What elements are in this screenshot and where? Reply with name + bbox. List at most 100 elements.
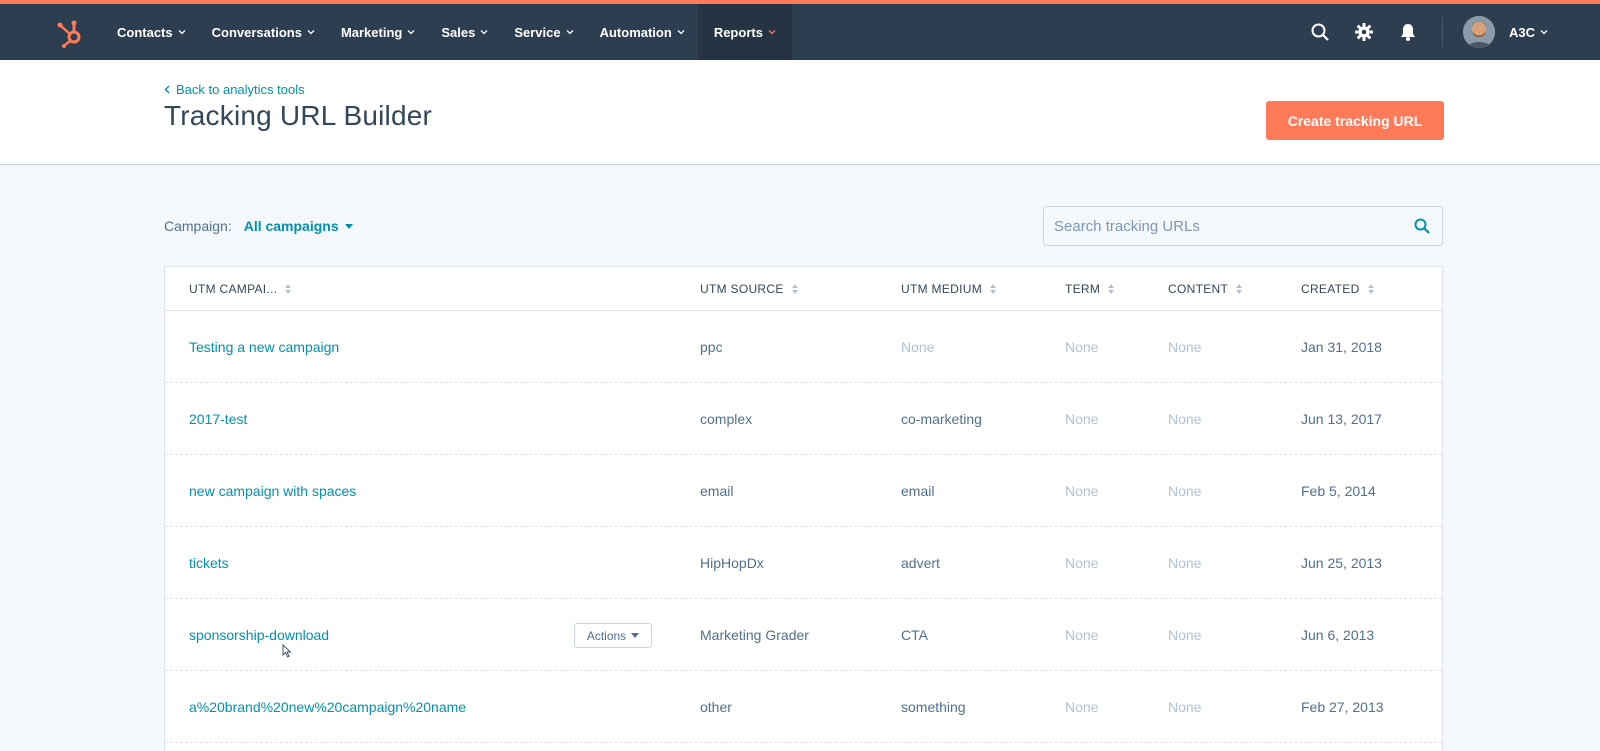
term-cell: None xyxy=(1065,555,1099,571)
column-utm-source[interactable]: UTM SOURCE xyxy=(700,267,798,311)
nav-label: Marketing xyxy=(340,24,403,40)
tracking-urls-table: UTM CAMPAI... UTM SOURCE UTM MEDIUM TERM… xyxy=(164,266,1443,751)
campaign-label: Campaign: xyxy=(164,218,232,234)
caret-down-icon xyxy=(344,223,353,229)
page-header: Back to analytics tools Tracking URL Bui… xyxy=(0,60,1600,165)
nav-label: Conversations xyxy=(211,24,302,40)
nav-contacts[interactable]: Contacts xyxy=(104,4,199,60)
nav-conversations[interactable]: Conversations xyxy=(199,4,328,60)
top-icons: A3C xyxy=(1298,4,1600,60)
search-input[interactable] xyxy=(1044,207,1402,245)
utm-source-cell: other xyxy=(700,699,732,715)
content-cell: None xyxy=(1168,555,1202,571)
nav-service[interactable]: Service xyxy=(501,4,586,60)
column-content[interactable]: CONTENT xyxy=(1168,267,1243,311)
content-cell: None xyxy=(1168,483,1202,499)
sort-icon xyxy=(285,284,292,294)
utm-source-cell: complex xyxy=(700,411,753,427)
nav-label: Sales xyxy=(441,24,476,40)
content-cell: None xyxy=(1168,699,1202,715)
column-utm-medium[interactable]: UTM MEDIUM xyxy=(901,267,996,311)
chevron-down-icon xyxy=(178,30,186,35)
content-cell: None xyxy=(1168,627,1202,643)
table-row: new campaign with spaces email email Non… xyxy=(165,455,1442,527)
settings-button[interactable] xyxy=(1342,4,1386,60)
content-cell: None xyxy=(1168,339,1202,355)
chevron-down-icon xyxy=(677,30,685,35)
chevron-down-icon xyxy=(1540,30,1548,35)
utm-medium-cell: email xyxy=(901,483,935,499)
utm-source-cell: HipHopDx xyxy=(700,555,764,571)
campaign-link[interactable]: tickets xyxy=(189,527,229,599)
campaign-link[interactable]: 2017-test xyxy=(189,383,247,455)
column-created[interactable]: CREATED xyxy=(1301,267,1374,311)
nav-label: Reports xyxy=(713,24,763,40)
created-cell: Feb 5, 2014 xyxy=(1301,483,1376,499)
nav-marketing[interactable]: Marketing xyxy=(328,4,428,60)
search-submit-button[interactable] xyxy=(1402,207,1442,245)
caret-down-icon xyxy=(631,633,640,638)
chevron-left-icon xyxy=(164,85,170,94)
created-cell: Jan 31, 2018 xyxy=(1301,339,1382,355)
campaign-filter: Campaign: All campaigns xyxy=(164,218,353,234)
avatar xyxy=(1462,16,1495,48)
content-cell: None xyxy=(1168,411,1202,427)
utm-medium-cell: advert xyxy=(901,555,940,571)
search-button[interactable] xyxy=(1298,4,1342,60)
nav-sales[interactable]: Sales xyxy=(428,4,501,60)
table-row: tickets HipHopDx advert None None Jun 25… xyxy=(165,527,1442,599)
column-label: CONTENT xyxy=(1168,282,1229,296)
nav-label: Automation xyxy=(599,24,672,40)
table-header: UTM CAMPAI... UTM SOURCE UTM MEDIUM TERM… xyxy=(165,267,1442,311)
actions-label: Actions xyxy=(586,628,627,643)
utm-medium-cell: something xyxy=(901,699,966,715)
column-label: CREATED xyxy=(1301,282,1360,296)
column-term[interactable]: TERM xyxy=(1065,267,1115,311)
search-icon xyxy=(1311,23,1329,41)
chevron-down-icon xyxy=(407,30,415,35)
chevron-down-icon xyxy=(307,30,315,35)
main-nav: Contacts Conversations Marketing Sales S… xyxy=(104,4,792,60)
campaign-link[interactable]: a%20brand%20new%20campaign%20name xyxy=(189,671,466,743)
term-cell: None xyxy=(1065,411,1099,427)
table-row: Testing a new campaign ppc None None Non… xyxy=(165,311,1442,383)
back-link[interactable]: Back to analytics tools xyxy=(164,82,305,97)
term-cell: None xyxy=(1065,699,1099,715)
notifications-button[interactable] xyxy=(1386,4,1430,60)
campaign-link[interactable]: sponsorship-download xyxy=(189,599,329,671)
create-tracking-url-button[interactable]: Create tracking URL xyxy=(1266,101,1444,140)
sort-icon xyxy=(1108,284,1115,294)
search-icon xyxy=(1414,218,1430,234)
column-label: UTM CAMPAI... xyxy=(189,282,278,296)
term-cell: None xyxy=(1065,483,1099,499)
utm-medium-cell: None xyxy=(901,339,935,355)
column-label: UTM MEDIUM xyxy=(901,282,982,296)
created-cell: Jun 25, 2013 xyxy=(1301,555,1382,571)
column-utm-campaign[interactable]: UTM CAMPAI... xyxy=(189,267,292,311)
table-row: sponsorship-download Actions Marketing G… xyxy=(165,599,1442,671)
utm-medium-cell: co-marketing xyxy=(901,411,982,427)
sort-icon xyxy=(990,284,996,294)
nav-label: Service xyxy=(514,24,561,40)
created-cell: Jun 13, 2017 xyxy=(1301,411,1382,427)
nav-automation[interactable]: Automation xyxy=(587,4,698,60)
row-actions-button[interactable]: Actions xyxy=(574,623,652,648)
gear-icon xyxy=(1354,23,1373,41)
nav-label: Contacts xyxy=(117,24,173,40)
account-menu[interactable]: A3C xyxy=(1462,16,1548,48)
hubspot-logo-icon[interactable] xyxy=(56,18,84,48)
user-photo-icon xyxy=(1462,16,1495,48)
page-title: Tracking URL Builder xyxy=(164,100,433,131)
campaign-dropdown[interactable]: All campaigns xyxy=(244,218,353,234)
campaign-link[interactable]: new campaign with spaces xyxy=(189,455,356,527)
nav-reports[interactable]: Reports xyxy=(697,4,792,60)
term-cell: None xyxy=(1065,627,1099,643)
top-navigation: Contacts Conversations Marketing Sales S… xyxy=(0,0,1600,60)
column-label: UTM SOURCE xyxy=(700,282,784,296)
campaign-link[interactable]: Testing a new campaign xyxy=(189,311,339,383)
back-link-label: Back to analytics tools xyxy=(176,82,305,97)
utm-source-cell: ppc xyxy=(700,339,723,355)
sort-icon xyxy=(1367,284,1374,294)
nav-divider xyxy=(1441,17,1443,47)
sort-icon xyxy=(791,284,798,294)
